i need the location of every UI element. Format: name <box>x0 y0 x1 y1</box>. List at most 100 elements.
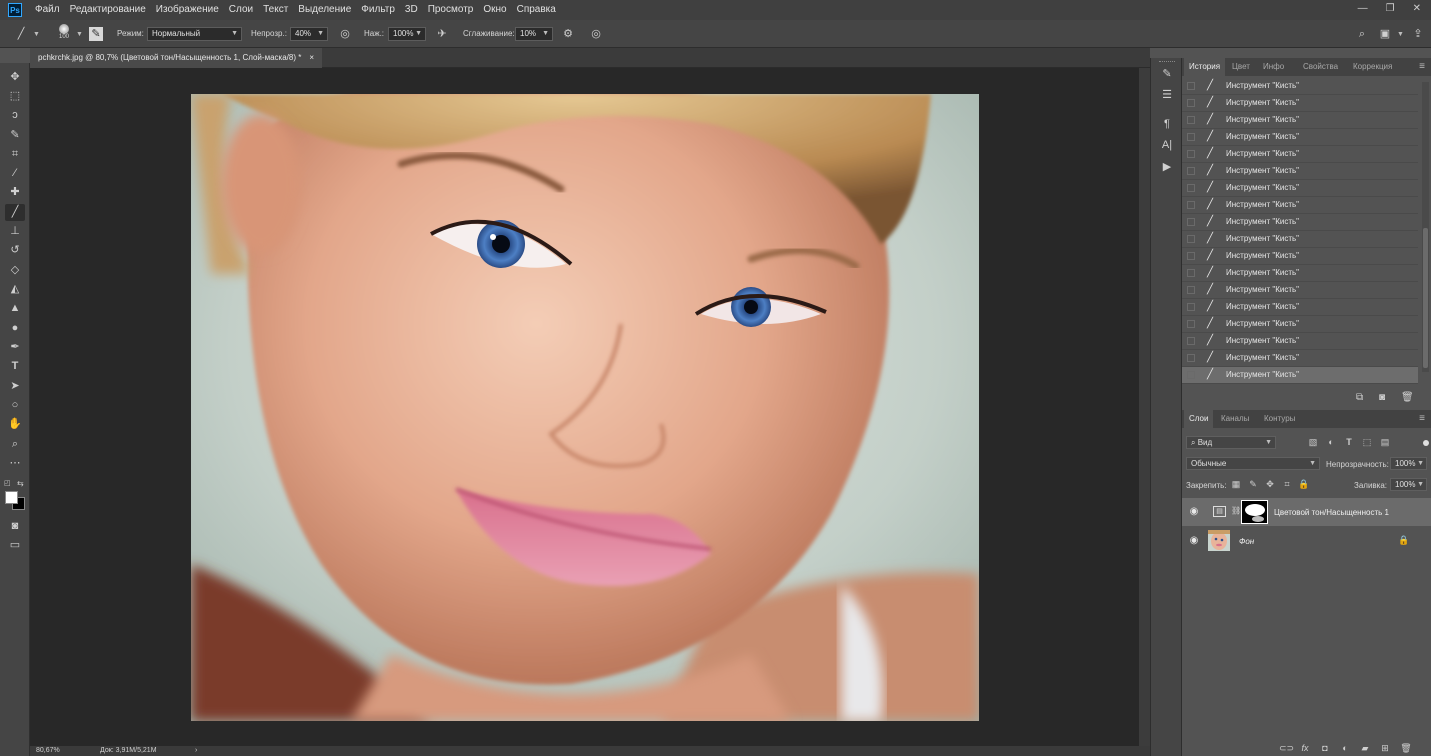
layer-mask-thumbnail[interactable] <box>1241 500 1268 524</box>
history-item[interactable]: ╱ Инструмент "Кисть" <box>1182 214 1418 231</box>
history-source-checkbox[interactable] <box>1187 252 1195 260</box>
chevron-down-icon[interactable]: ▼ <box>76 31 83 38</box>
swap-colors-icon[interactable]: ⇆ <box>17 479 27 489</box>
menu-select[interactable]: Выделение <box>293 0 356 20</box>
lock-transparent-icon[interactable]: ▦ <box>1230 478 1242 490</box>
brush-size-picker[interactable]: 100 <box>55 24 73 42</box>
document-tab[interactable]: pchkrchk.jpg @ 80,7% (Цветовой тон/Насыщ… <box>30 48 322 68</box>
path-select-tool-icon[interactable]: ➤ <box>5 378 25 395</box>
eyedropper-tool-icon[interactable]: ⁄ <box>5 165 25 182</box>
history-source-checkbox[interactable] <box>1187 150 1195 158</box>
search-icon[interactable]: ⌕ <box>1355 27 1369 41</box>
history-source-checkbox[interactable] <box>1187 167 1195 175</box>
layer-row-selected[interactable]: ◉ ▤ ⛓ Цветовой тон/Насыщенность 1 <box>1182 498 1431 526</box>
history-source-checkbox[interactable] <box>1187 218 1195 226</box>
layer-thumbnail[interactable] <box>1208 530 1230 551</box>
layer-row[interactable]: ◉ Фон 🔒 <box>1182 527 1431 555</box>
tab-properties[interactable]: Свойства <box>1298 58 1343 76</box>
chevron-down-icon[interactable]: ▼ <box>33 31 40 38</box>
adjustments-icon[interactable]: ☰ <box>1159 87 1175 103</box>
filter-toggle[interactable] <box>1423 440 1429 446</box>
history-source-checkbox[interactable] <box>1187 337 1195 345</box>
opacity-input[interactable]: 40% ▼ <box>290 27 328 41</box>
quick-mask-icon[interactable]: ◙ <box>5 518 25 535</box>
filter-adjustment-icon[interactable]: ◐ <box>1325 436 1337 448</box>
filter-smart-object-icon[interactable]: ▤ <box>1379 436 1391 448</box>
crop-tool-icon[interactable]: ⌗ <box>5 146 25 163</box>
link-layers-icon[interactable]: ⊂⊃ <box>1279 742 1294 754</box>
history-item[interactable]: ╱ Инструмент "Кисть" <box>1182 197 1418 214</box>
screen-mode-icon[interactable]: ▭ <box>5 537 25 554</box>
camera-snapshot-icon[interactable]: ◙ <box>1379 392 1385 403</box>
ellipse-tool-icon[interactable]: ○ <box>5 397 25 414</box>
history-item[interactable]: ╱ Инструмент "Кисть" <box>1182 350 1418 367</box>
history-item[interactable]: ╱ Инструмент "Кисть" <box>1182 265 1418 282</box>
blend-mode-select[interactable]: Обычные ▼ <box>1186 457 1320 470</box>
healing-brush-tool-icon[interactable]: ✚ <box>5 184 25 201</box>
lock-all-icon[interactable]: 🔒 <box>1298 478 1310 490</box>
history-source-checkbox[interactable] <box>1187 303 1195 311</box>
pressure-opacity-icon[interactable]: ◎ <box>338 27 352 41</box>
filter-pixel-icon[interactable]: ▧ <box>1307 436 1319 448</box>
history-item[interactable]: ╱ Инструмент "Кисть" <box>1182 95 1418 112</box>
smoothing-input[interactable]: 10% ▼ <box>515 27 553 41</box>
dodge-tool-icon[interactable]: ● <box>5 320 25 337</box>
history-item[interactable]: ╱ Инструмент "Кисть" <box>1182 129 1418 146</box>
more-tools-icon[interactable]: ⋯ <box>5 455 25 472</box>
fill-input[interactable]: 100% ▼ <box>1390 478 1427 491</box>
history-item[interactable]: ╱ Инструмент "Кисть" <box>1182 163 1418 180</box>
history-source-checkbox[interactable] <box>1187 184 1195 192</box>
trash-icon[interactable]: 🗑 <box>1401 392 1414 403</box>
layer-opacity-input[interactable]: 100% ▼ <box>1390 457 1427 470</box>
new-adjustment-layer-icon[interactable]: ◐ <box>1339 742 1351 754</box>
lock-artboard-icon[interactable]: ⌗ <box>1281 478 1293 490</box>
menu-3d[interactable]: 3D <box>400 0 423 20</box>
panel-menu-icon[interactable]: ≡ <box>1419 61 1425 72</box>
brush-settings-icon[interactable]: ✎ <box>1159 66 1175 82</box>
link-chain-icon[interactable]: ⛓ <box>1231 506 1241 518</box>
marquee-tool-icon[interactable]: ⬚ <box>5 88 25 105</box>
share-icon[interactable]: ⇪ <box>1411 27 1425 41</box>
history-source-checkbox[interactable] <box>1187 235 1195 243</box>
history-item[interactable]: ╱ Инструмент "Кисть" <box>1182 299 1418 316</box>
menu-image[interactable]: Изображение <box>151 0 224 20</box>
hand-tool-icon[interactable]: ✋ <box>5 416 25 433</box>
lock-position-icon[interactable]: ✥ <box>1264 478 1276 490</box>
default-colors-icon[interactable]: ◰ <box>4 479 14 489</box>
type-tool-icon[interactable]: T <box>5 358 25 375</box>
paragraph-icon[interactable]: ¶ <box>1159 116 1175 132</box>
add-mask-icon[interactable]: ◘ <box>1319 742 1331 754</box>
actions-play-icon[interactable]: ▶ <box>1159 159 1175 175</box>
history-item[interactable]: ╱ Инструмент "Кисть" <box>1182 333 1418 350</box>
tab-layers[interactable]: Слои <box>1184 410 1214 428</box>
new-document-from-state-icon[interactable]: ⧉ <box>1356 392 1363 403</box>
brush-tool-icon[interactable]: ╱ <box>5 204 25 221</box>
new-layer-icon[interactable]: ⊞ <box>1379 742 1391 754</box>
pen-tool-icon[interactable]: ✒ <box>5 339 25 356</box>
menu-layers[interactable]: Слои <box>224 0 258 20</box>
vertical-scrollbar[interactable] <box>1139 68 1150 746</box>
history-source-checkbox[interactable] <box>1187 82 1195 90</box>
history-item[interactable]: ╱ Инструмент "Кисть" <box>1182 146 1418 163</box>
tab-history[interactable]: История <box>1184 58 1226 76</box>
history-source-checkbox[interactable] <box>1187 201 1195 209</box>
history-scrollbar-thumb[interactable] <box>1423 228 1428 368</box>
panel-menu-icon[interactable]: ≡ <box>1419 413 1425 424</box>
history-item[interactable]: ╱ Инструмент "Кисть" <box>1182 180 1418 197</box>
menu-type[interactable]: Текст <box>258 0 293 20</box>
history-item[interactable]: ╱ Инструмент "Кисть" <box>1182 78 1418 95</box>
history-source-checkbox[interactable] <box>1187 354 1195 362</box>
close-icon[interactable]: × <box>309 48 314 68</box>
tab-adjustments[interactable]: Коррекция <box>1348 58 1397 76</box>
layer-filter-select[interactable]: ⌕ Вид ▼ <box>1186 436 1276 449</box>
history-source-checkbox[interactable] <box>1187 371 1195 379</box>
flow-input[interactable]: 100% ▼ <box>388 27 426 41</box>
move-tool-icon[interactable]: ✥ <box>5 69 25 86</box>
restore-icon[interactable]: ❐ <box>1386 0 1395 18</box>
menu-file[interactable]: Файл <box>30 0 65 20</box>
brush-panel-toggle-icon[interactable]: ✎ <box>89 27 103 41</box>
visibility-eye-icon[interactable]: ◉ <box>1188 506 1200 518</box>
history-source-checkbox[interactable] <box>1187 99 1195 107</box>
layer-name[interactable]: Цветовой тон/Насыщенность 1 <box>1274 508 1389 517</box>
history-item[interactable]: ╱ Инструмент "Кисть" <box>1182 282 1418 299</box>
